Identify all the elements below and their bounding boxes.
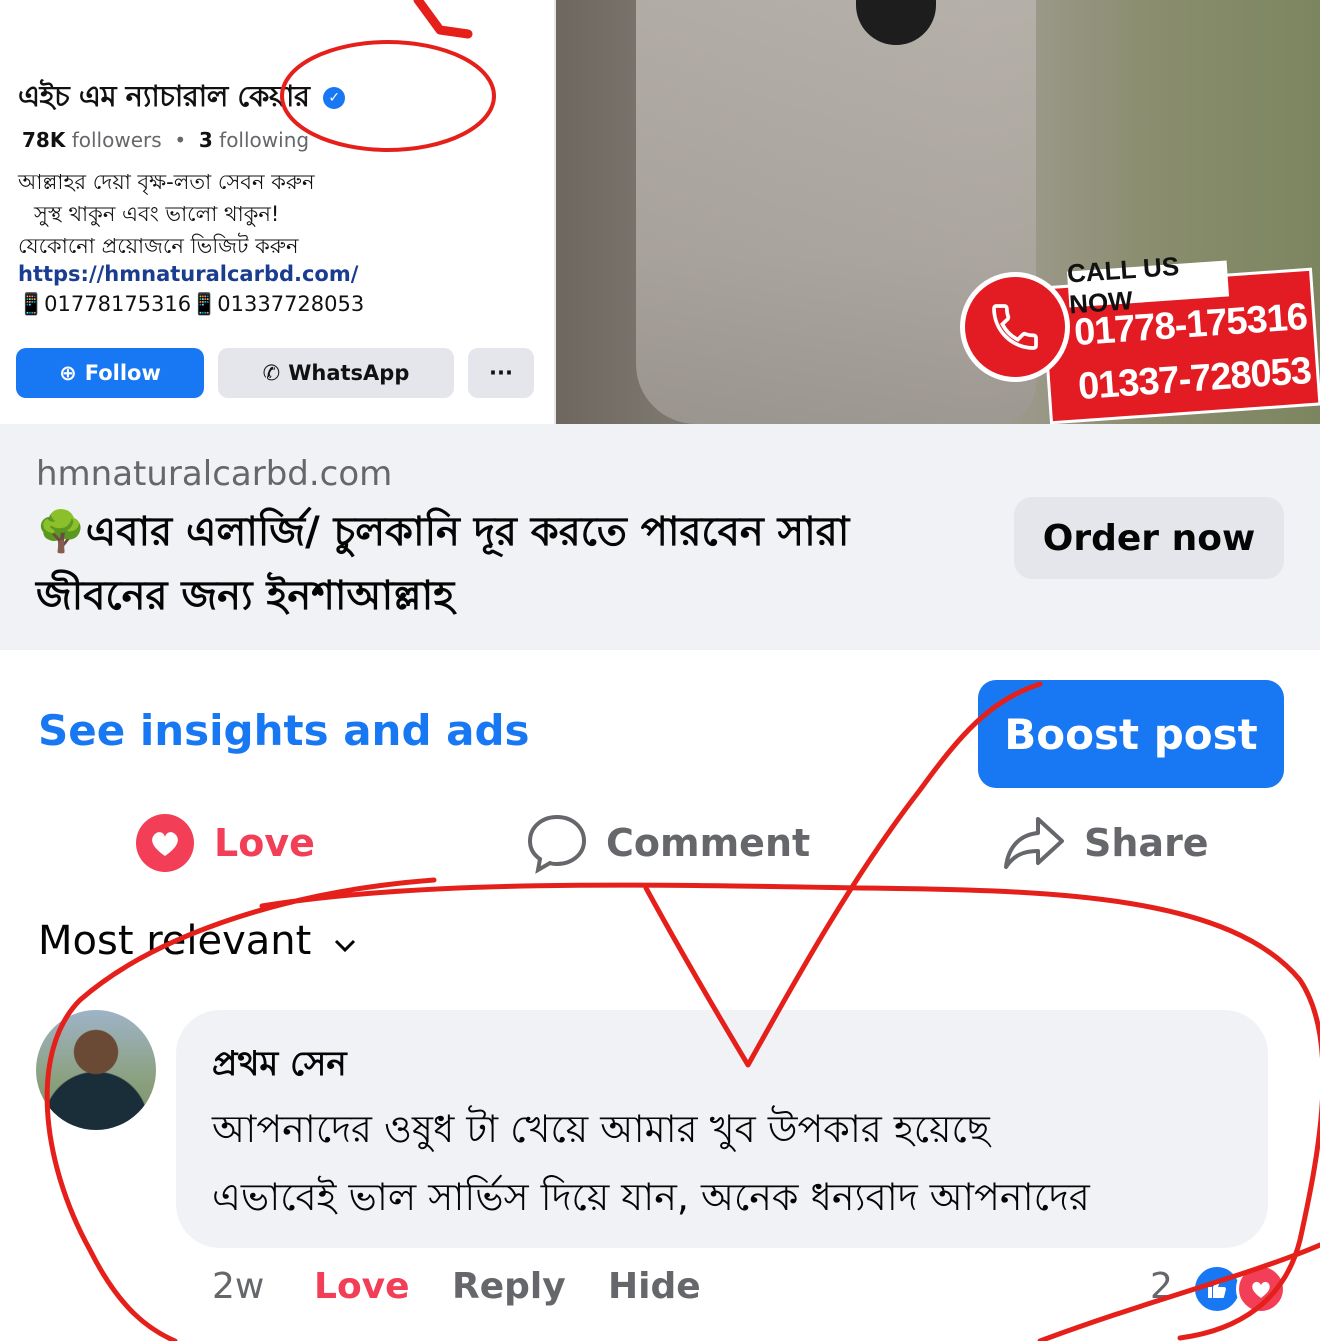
comment-icon bbox=[526, 812, 588, 874]
ad-image[interactable]: এইচ এম ন্যাচারাল কেয়ার ✓ 78K followers … bbox=[0, 0, 1320, 424]
chevron-down-icon bbox=[333, 918, 357, 964]
like-reaction-icon bbox=[1192, 1264, 1242, 1314]
follow-button: ⊕ Follow bbox=[16, 348, 204, 398]
boost-post-button[interactable]: Boost post bbox=[978, 680, 1284, 788]
bio-phones: 📱01778175316📱01337728053 bbox=[18, 292, 365, 316]
comment-button[interactable]: Comment bbox=[526, 810, 810, 876]
bio-line: আল্লাহর দেয়া বৃক্ষ-লতা সেবন করুন bbox=[18, 170, 315, 194]
comment-label: Comment bbox=[606, 821, 811, 865]
comment-love-button[interactable]: Love bbox=[314, 1266, 410, 1307]
follow-label: Follow bbox=[84, 361, 161, 385]
phone-icon bbox=[960, 272, 1070, 382]
comment-text-line: এভাবেই ভাল সার্ভিস দিয়ে যান, অনেক ধন্যব… bbox=[212, 1175, 1090, 1219]
love-reaction-button[interactable]: Love bbox=[134, 810, 315, 876]
comment-sort-dropdown[interactable]: Most relevant bbox=[38, 918, 357, 964]
more-options-icon: ··· bbox=[468, 348, 534, 398]
love-reaction-icon bbox=[1236, 1264, 1286, 1314]
page-name: এইচ এম ন্যাচারাল কেয়ার ✓ bbox=[18, 74, 346, 123]
call-title: CALL US NOW bbox=[1066, 251, 1230, 320]
link-domain: hmnaturalcarbd.com bbox=[36, 454, 393, 494]
whatsapp-label: WhatsApp bbox=[288, 361, 410, 385]
following-label: following bbox=[219, 128, 310, 152]
page-profile-card: এইচ এম ন্যাচারাল কেয়ার ✓ 78K followers … bbox=[0, 0, 556, 424]
whatsapp-button: ✆ WhatsApp bbox=[218, 348, 454, 398]
page-name-text: এইচ এম ন্যাচারাল কেয়ার bbox=[18, 79, 310, 113]
page-stats: 78K followers • 3 following bbox=[22, 128, 310, 152]
verified-badge-icon: ✓ bbox=[323, 87, 346, 109]
avatar[interactable] bbox=[36, 1010, 156, 1130]
whatsapp-icon: ✆ bbox=[262, 361, 281, 385]
love-icon bbox=[134, 812, 196, 874]
share-button[interactable]: Share bbox=[1002, 810, 1209, 876]
follow-icon: ⊕ bbox=[59, 361, 77, 385]
see-insights-link[interactable]: See insights and ads bbox=[38, 706, 530, 755]
comment-reply-button[interactable]: Reply bbox=[452, 1266, 566, 1307]
share-label: Share bbox=[1084, 821, 1209, 865]
comment-text-line: আপনাদের ওষুধ টা খেয়ে আমার খুব উপকার হয়… bbox=[212, 1107, 990, 1151]
comment-timestamp[interactable]: 2w bbox=[212, 1266, 264, 1307]
link-title[interactable]: 🌳এবার এলার্জি/ চুলকানি দূর করতে পারবেন স… bbox=[36, 500, 986, 628]
comment-hide-button[interactable]: Hide bbox=[608, 1266, 701, 1307]
followers-label: followers bbox=[71, 128, 162, 152]
sort-label: Most relevant bbox=[38, 918, 312, 964]
share-icon bbox=[1002, 813, 1066, 873]
bio-link: https://hmnaturalcarbd.com/ bbox=[18, 262, 359, 286]
comment-author[interactable]: প্রথম সেন bbox=[212, 1038, 347, 1095]
following-count: 3 bbox=[198, 128, 213, 152]
bio-line: সুস্থ থাকুন এবং ভালো থাকুন! bbox=[34, 202, 280, 226]
bio-line: যেকোনো প্রয়োজনে ভিজিট করুন bbox=[18, 234, 299, 258]
order-now-button[interactable]: Order now bbox=[1014, 497, 1284, 579]
followers-count: 78K bbox=[22, 128, 66, 152]
love-label: Love bbox=[214, 821, 315, 865]
reaction-count[interactable]: 2 bbox=[1150, 1266, 1173, 1307]
